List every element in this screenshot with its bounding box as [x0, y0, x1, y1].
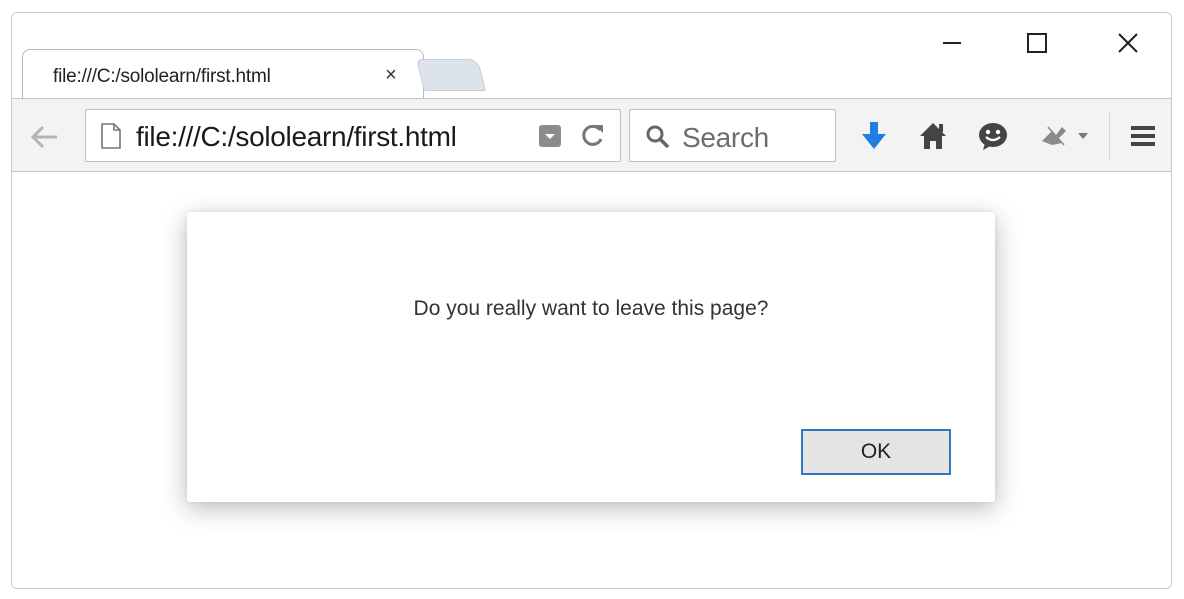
ok-button[interactable]: OK	[801, 429, 951, 475]
close-button[interactable]	[1098, 23, 1158, 63]
search-bar[interactable]: Search	[629, 109, 836, 162]
back-button[interactable]	[26, 119, 62, 155]
toolbar-separator	[1109, 113, 1110, 159]
minimize-button[interactable]	[922, 23, 982, 63]
hamburger-menu-icon	[1131, 126, 1155, 146]
tab-title: file:///C:/sololearn/first.html	[53, 66, 271, 87]
extension-icon	[1042, 126, 1088, 146]
url-bar[interactable]: file:///C:/sololearn/first.html	[85, 109, 621, 162]
maximize-icon	[1027, 33, 1047, 53]
close-icon	[1118, 33, 1138, 53]
page-icon	[101, 123, 121, 149]
menu-button[interactable]	[1124, 117, 1162, 155]
url-text: file:///C:/sololearn/first.html	[136, 121, 457, 152]
tab-strip: file:///C:/sololearn/first.html ×	[12, 13, 1171, 101]
home-icon	[920, 123, 946, 149]
dialog-message: Do you really want to leave this page?	[413, 297, 769, 320]
dropdown-marker-icon[interactable]	[539, 125, 561, 147]
new-tab-button[interactable]	[416, 59, 486, 91]
back-arrow-icon	[30, 125, 57, 149]
maximize-button[interactable]	[1007, 23, 1067, 63]
alert-dialog: Do you really want to leave this page? O…	[187, 212, 995, 502]
search-icon	[646, 125, 670, 149]
chat-button[interactable]	[974, 117, 1012, 155]
search-input: Search	[682, 122, 769, 153]
browser-window: file:///C:/sololearn/first.html × file:/…	[11, 12, 1172, 589]
tab-close-icon[interactable]: ×	[379, 63, 403, 87]
chat-icon	[979, 123, 1007, 150]
tab-active[interactable]: file:///C:/sololearn/first.html ×	[22, 49, 424, 101]
minimize-icon	[943, 42, 961, 44]
page-content: Do you really want to leave this page? O…	[12, 172, 1171, 588]
reload-icon[interactable]	[578, 122, 606, 150]
extension-button[interactable]	[1036, 117, 1096, 155]
navigation-toolbar: file:///C:/sololearn/first.html Search	[12, 98, 1171, 172]
download-icon	[862, 122, 886, 149]
download-button[interactable]	[855, 117, 893, 155]
home-button[interactable]	[914, 117, 952, 155]
